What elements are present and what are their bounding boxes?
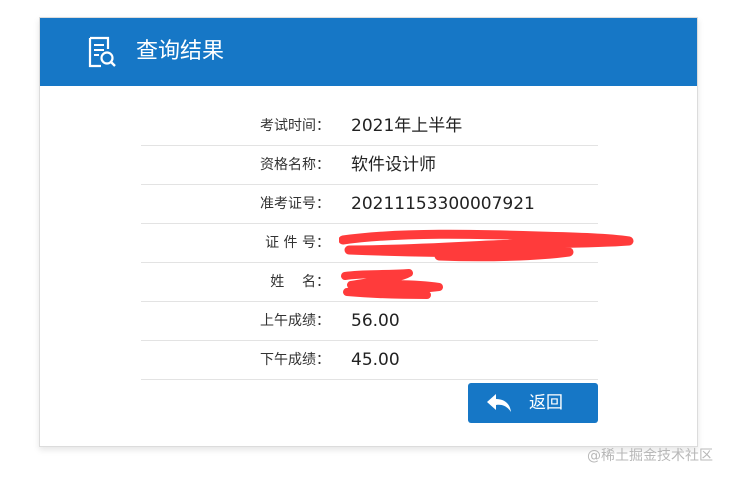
morning-score-value: 56.00	[351, 311, 400, 331]
qualification-value: 软件设计师	[351, 155, 436, 175]
page-title: 查询结果	[136, 39, 225, 64]
back-button[interactable]: 返回	[468, 383, 598, 423]
reply-arrow-icon	[487, 394, 511, 412]
morning-score-label: 上午成绩：	[260, 313, 330, 329]
qualification-label: 资格名称：	[260, 157, 330, 173]
admission-number-value: 20211153300007921	[351, 194, 535, 214]
name-label: 姓 名：	[270, 274, 330, 290]
afternoon-score-label: 下午成绩：	[260, 352, 330, 368]
name-redaction	[341, 269, 443, 299]
afternoon-score-value: 45.00	[351, 350, 400, 370]
id-number-label: 证 件 号：	[265, 235, 330, 251]
back-button-label: 返回	[529, 393, 563, 413]
qualification-row: 资格名称： 软件设计师	[141, 146, 598, 185]
document-search-icon	[88, 36, 116, 68]
exam-time-label: 考试时间：	[260, 118, 330, 134]
exam-time-row: 考试时间： 2021年上半年	[141, 107, 598, 146]
watermark: @稀土掘金技术社区	[587, 448, 713, 464]
id-number-row: 证 件 号：	[141, 224, 634, 263]
afternoon-score-row: 下午成绩： 45.00	[141, 341, 598, 380]
result-list: 考试时间： 2021年上半年 资格名称： 软件设计师 准考证号： 2021115…	[141, 107, 634, 380]
admission-number-label: 准考证号：	[260, 196, 330, 212]
panel-header: 查询结果	[40, 18, 697, 86]
name-row: 姓 名：	[141, 263, 598, 302]
exam-time-value: 2021年上半年	[351, 116, 463, 136]
morning-score-row: 上午成绩： 56.00	[141, 302, 598, 341]
query-result-panel: 查询结果 考试时间： 2021年上半年 资格名称： 软件设计师 准考证号： 20…	[39, 17, 698, 447]
admission-number-row: 准考证号： 20211153300007921	[141, 185, 598, 224]
id-number-redaction	[339, 229, 634, 262]
